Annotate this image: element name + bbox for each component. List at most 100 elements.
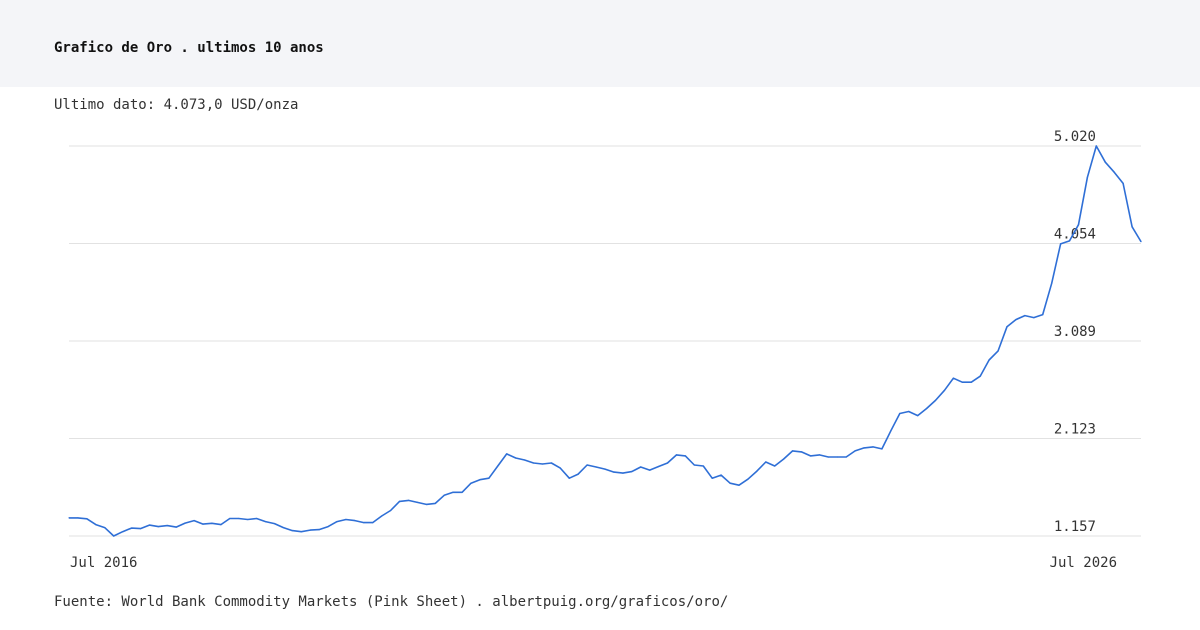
data-point — [506, 453, 508, 455]
data-point — [390, 509, 392, 512]
data-point — [398, 500, 401, 502]
y-tick-label: 3.089 — [1054, 324, 1096, 340]
data-point — [934, 399, 937, 401]
data-point — [202, 523, 204, 525]
data-point — [282, 527, 284, 529]
data-point — [631, 471, 633, 473]
data-point — [568, 477, 570, 479]
data-point — [524, 459, 526, 461]
data-point — [604, 468, 606, 470]
data-point — [908, 410, 910, 413]
data-point — [1068, 240, 1071, 242]
data-point — [479, 479, 481, 481]
data-point — [247, 518, 249, 521]
data-point — [515, 457, 517, 459]
data-point — [113, 535, 115, 537]
data-point — [800, 451, 803, 453]
data-point — [1051, 282, 1053, 284]
data-point — [1024, 315, 1026, 317]
data-point — [792, 450, 794, 452]
data-point — [890, 430, 892, 432]
data-point — [818, 454, 821, 456]
data-point — [1140, 241, 1142, 243]
data-point — [1104, 161, 1106, 163]
data-point — [666, 462, 669, 464]
data-point — [1042, 314, 1044, 316]
data-point — [952, 377, 955, 379]
data-point — [765, 461, 767, 463]
data-point — [363, 522, 365, 524]
data-point — [68, 517, 70, 519]
data-point — [595, 466, 597, 468]
data-point — [470, 482, 472, 484]
data-point — [586, 464, 588, 466]
data-point — [532, 462, 535, 464]
data-point — [943, 389, 946, 391]
data-point — [425, 503, 427, 505]
x-tick-label-start: Jul 2016 — [70, 555, 137, 571]
data-point — [747, 478, 749, 480]
data-point — [926, 407, 928, 410]
data-point — [783, 458, 785, 460]
data-point — [658, 465, 660, 468]
data-point — [443, 494, 445, 496]
data-point — [675, 454, 678, 456]
grid-lines — [69, 145, 1141, 537]
data-point — [640, 466, 642, 468]
data-point — [961, 381, 963, 383]
data-point — [613, 471, 615, 473]
data-point — [863, 447, 865, 449]
data-point — [729, 482, 731, 484]
data-point — [1131, 226, 1133, 228]
data-point — [193, 520, 195, 522]
source-note: Fuente: World Bank Commodity Markets (Pi… — [54, 594, 729, 610]
data-point — [416, 501, 418, 503]
data-point — [997, 350, 999, 352]
data-point — [452, 491, 454, 493]
data-point — [541, 463, 544, 465]
data-point — [273, 523, 276, 525]
data-point — [488, 477, 490, 479]
y-tick-labels: 1.157 2.123 3.089 4.054 5.020 — [1054, 129, 1096, 535]
data-point — [738, 484, 740, 486]
data-point — [122, 531, 124, 533]
data-point — [1006, 326, 1008, 328]
data-point — [702, 465, 704, 467]
data-point — [809, 455, 812, 457]
data-point — [434, 502, 436, 504]
data-point — [130, 527, 133, 529]
data-point — [854, 450, 856, 452]
data-point — [1060, 243, 1062, 245]
data-point — [1113, 171, 1115, 173]
data-point — [1015, 319, 1017, 321]
data-point — [1033, 317, 1035, 319]
data-point — [550, 462, 553, 464]
x-tick-label-end: Jul 2026 — [1050, 555, 1117, 571]
data-point — [318, 529, 320, 531]
data-point — [300, 531, 302, 533]
data-point — [899, 412, 901, 415]
data-point — [622, 472, 624, 474]
data-point — [327, 526, 329, 528]
data-point — [175, 526, 177, 528]
y-tick-label: 2.123 — [1054, 421, 1096, 437]
data-point — [1086, 176, 1088, 178]
data-point — [166, 525, 168, 527]
data-point — [756, 470, 758, 472]
data-point — [104, 527, 106, 529]
data-point — [157, 526, 159, 528]
data-point — [220, 524, 222, 526]
data-point — [238, 517, 240, 520]
data-point — [693, 464, 695, 466]
data-point — [711, 477, 713, 479]
data-point — [649, 469, 651, 471]
data-point — [291, 530, 293, 532]
data-point — [827, 456, 829, 458]
data-point — [979, 375, 981, 377]
data-point — [354, 520, 356, 522]
data-point — [148, 524, 150, 526]
data-point — [229, 517, 231, 520]
data-point — [845, 456, 847, 458]
data-point — [309, 529, 311, 531]
data-point — [345, 518, 347, 521]
